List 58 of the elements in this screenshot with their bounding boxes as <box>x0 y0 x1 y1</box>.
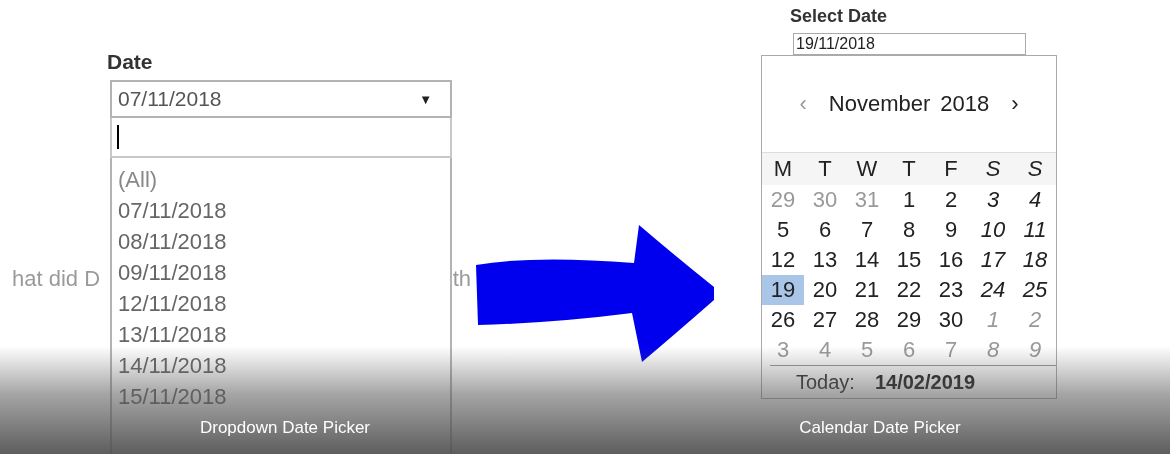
calendar-day[interactable]: 28 <box>846 305 888 335</box>
calendar-day[interactable]: 21 <box>846 275 888 305</box>
list-item[interactable]: 13/11/2018 <box>118 319 444 350</box>
calendar-day[interactable]: 11 <box>1014 215 1056 245</box>
calendar-day[interactable]: 2 <box>930 185 972 215</box>
calendar-day[interactable]: 3 <box>972 185 1014 215</box>
calendar-day[interactable]: 4 <box>1014 185 1056 215</box>
calendar-day[interactable]: 7 <box>846 215 888 245</box>
calendar-day[interactable]: 1 <box>888 185 930 215</box>
calendar-day[interactable]: 9 <box>930 215 972 245</box>
calendar-day[interactable]: 18 <box>1014 245 1056 275</box>
weekday-label: S <box>984 156 1002 182</box>
calendar-day[interactable]: 6 <box>804 215 846 245</box>
calendar-day[interactable]: 27 <box>804 305 846 335</box>
calendar-day[interactable]: 12 <box>762 245 804 275</box>
calendar-day[interactable]: 16 <box>930 245 972 275</box>
date-input[interactable]: 19/11/2018 <box>793 33 1026 55</box>
next-month-button[interactable]: › <box>1001 91 1029 117</box>
caption: Dropdown Date Picker <box>199 418 371 438</box>
calendar-day[interactable]: 13 <box>804 245 846 275</box>
list-item[interactable]: 09/11/2018 <box>118 257 444 288</box>
today-label: Today: <box>796 370 855 394</box>
month-label: November <box>828 91 931 117</box>
weekday-label: W <box>855 156 879 182</box>
list-item[interactable]: 08/11/2018 <box>118 226 444 257</box>
field-label: Select Date <box>790 6 889 27</box>
field-label: Date <box>107 50 154 74</box>
weekday-label: M <box>772 156 794 182</box>
weekday-label: S <box>1026 156 1044 182</box>
caption: Calendar Date Picker <box>799 418 961 438</box>
weekday-label: F <box>943 156 959 182</box>
list-item[interactable]: (All) <box>118 164 444 195</box>
calendar-day[interactable]: 22 <box>888 275 930 305</box>
calendar-day[interactable]: 15 <box>888 245 930 275</box>
calendar-day[interactable]: 8 <box>888 215 930 245</box>
weekday-label: T <box>817 156 833 182</box>
list-item[interactable]: 12/11/2018 <box>118 288 444 319</box>
calendar-day[interactable]: 25 <box>1014 275 1056 305</box>
calendar-day[interactable]: 26 <box>762 305 804 335</box>
today-date[interactable]: 14/02/2019 <box>874 370 976 394</box>
calendar-day[interactable]: 24 <box>972 275 1014 305</box>
calendar-day[interactable]: 29 <box>888 305 930 335</box>
calendar-day[interactable]: 17 <box>972 245 1014 275</box>
calendar-day[interactable]: 19 <box>762 275 804 305</box>
list-item[interactable]: 07/11/2018 <box>118 195 444 226</box>
search-field[interactable] <box>110 118 452 158</box>
background-text: th <box>452 266 471 292</box>
calendar-day[interactable]: 30 <box>930 305 972 335</box>
background-text: hat did D <box>12 266 101 292</box>
year-label: 2018 <box>940 91 990 117</box>
calendar-day[interactable]: 20 <box>804 275 846 305</box>
calendar-day[interactable]: 14 <box>846 245 888 275</box>
weekday-label: T <box>901 156 917 182</box>
date-dropdown[interactable]: 07/11/2018 ▼ <box>110 80 452 118</box>
list-item[interactable]: 14/11/2018 <box>118 350 444 381</box>
calendar-day[interactable]: 23 <box>930 275 972 305</box>
calendar-day[interactable]: 5 <box>762 215 804 245</box>
calendar-day[interactable]: 10 <box>972 215 1014 245</box>
